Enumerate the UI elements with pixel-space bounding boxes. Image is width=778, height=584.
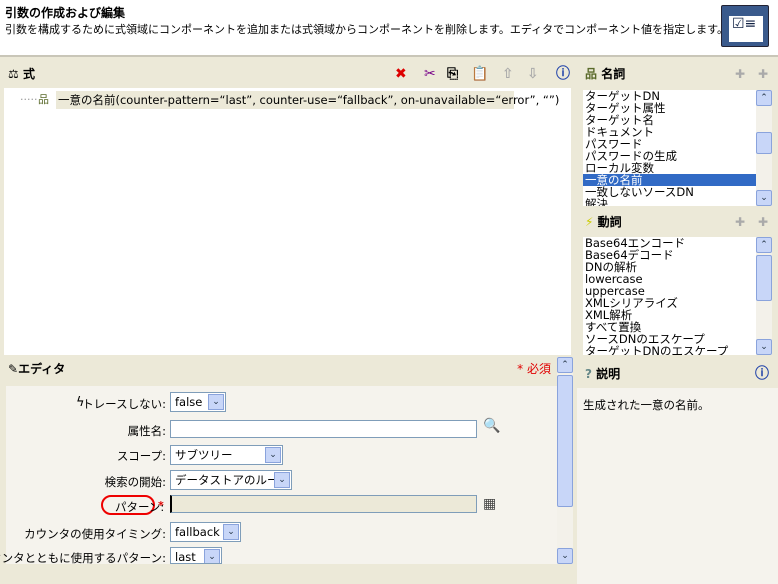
description-body: 生成された一意の名前。 bbox=[577, 388, 778, 584]
help-icon[interactable]: ⓘ bbox=[556, 62, 570, 86]
verbs-header: ⚡ 動詞 ✚ ✚ bbox=[577, 210, 778, 234]
checklist-icon: ☑≡ bbox=[721, 5, 769, 47]
add-child-icon[interactable]: ✚ bbox=[758, 210, 768, 234]
chevron-down-icon: ⌄ bbox=[208, 394, 224, 410]
nouns-header: 品 名詞 ✚ ✚ bbox=[577, 62, 778, 86]
counter-use-select[interactable]: fallback ⌄ bbox=[170, 522, 241, 542]
chevron-down-icon: ⌄ bbox=[265, 447, 281, 463]
required-marker: * bbox=[158, 499, 164, 512]
counter-pattern-label: カウンタとともに使用するパターン: bbox=[0, 551, 166, 565]
noun-icon: 品 bbox=[38, 93, 49, 106]
editor-header: ✎エディタ * 必須 bbox=[0, 357, 557, 381]
pattern-input[interactable] bbox=[170, 495, 477, 513]
search-icon[interactable]: 🔍 bbox=[483, 418, 500, 434]
expression-icon: ⚖ bbox=[8, 67, 19, 81]
description-text: 生成された一意の名前。 bbox=[583, 398, 710, 412]
page-title: 引数の作成および編集 bbox=[5, 6, 126, 20]
list-item[interactable]: 一致しないソースDN bbox=[583, 186, 756, 198]
attr-input[interactable] bbox=[170, 420, 477, 438]
description-title: 説明 bbox=[596, 367, 621, 381]
header: 引数の作成および編集 引数を構成するために式領域にコンポーネントを追加または式領… bbox=[0, 0, 778, 57]
help-icon[interactable]: ⓘ bbox=[755, 362, 769, 386]
move-up-icon[interactable]: ⇧ bbox=[502, 62, 514, 86]
start-label: 検索の開始: bbox=[104, 475, 166, 489]
required-legend: * 必須 bbox=[517, 362, 551, 376]
counter-use-label: カウンタの使用タイミング: bbox=[24, 527, 166, 541]
editor-title: エディタ bbox=[18, 362, 66, 376]
lightning-icon: ⚡ bbox=[585, 215, 594, 229]
tree-line: ····· bbox=[20, 93, 38, 106]
expression-title: 式 bbox=[22, 67, 35, 81]
add-icon[interactable]: ✚ bbox=[735, 210, 745, 234]
attr-label: 属性名: bbox=[127, 424, 166, 438]
verbs-scrollbar[interactable]: ⌃ ⌄ bbox=[756, 237, 772, 355]
add-icon[interactable]: ✚ bbox=[735, 62, 745, 86]
nouns-title: 名詞 bbox=[601, 67, 626, 81]
move-down-icon[interactable]: ⇩ bbox=[527, 62, 539, 86]
table-icon[interactable]: ▦ bbox=[483, 496, 496, 512]
trace-label: トレースしない: bbox=[82, 397, 166, 411]
list-item[interactable]: 解決 bbox=[583, 198, 756, 206]
copy-icon[interactable]: ⎘ bbox=[447, 62, 458, 86]
expression-tree: ····· 品 一意の名前(counter-pattern=“last”, co… bbox=[4, 88, 571, 355]
description-header: ? 説明 ⓘ bbox=[577, 362, 778, 386]
delete-icon[interactable]: ✖ bbox=[395, 62, 407, 86]
start-select[interactable]: データストアのルート ⌄ bbox=[170, 470, 292, 490]
chevron-down-icon: ⌄ bbox=[274, 472, 290, 488]
add-child-icon[interactable]: ✚ bbox=[758, 62, 768, 86]
nouns-list: ターゲットDN ターゲット属性 ターゲット名 ドキュメント パスワード パスワードの生成ロ… bbox=[583, 90, 756, 206]
noun-icon: 品 bbox=[585, 67, 598, 81]
tree-item[interactable]: 一意の名前(counter-pattern=“last”, counter-us… bbox=[56, 91, 559, 109]
verbs-title: 動詞 bbox=[597, 215, 622, 229]
chevron-down-icon: ⌄ bbox=[223, 524, 239, 540]
chevron-down-icon: ⌄ bbox=[204, 549, 220, 563]
scope-label: スコープ: bbox=[116, 449, 166, 463]
list-item[interactable]: ターゲットDNのエスケープ bbox=[583, 345, 756, 355]
scope-select[interactable]: サブツリー ⌄ bbox=[170, 445, 283, 465]
pencil-icon: ✎ bbox=[8, 362, 19, 376]
expression-header: ⚖ 式 ✖ ✂ ⎘ 📋 ⇧ ⇩ ⓘ bbox=[0, 62, 575, 86]
page-subtitle: 引数を構成するために式領域にコンポーネントを追加または式領域からコンポーネントを… bbox=[5, 23, 729, 36]
question-icon: ? bbox=[585, 367, 592, 381]
verbs-list: Base64エンコード Base64デコード DNの解析 lowercase upper… bbox=[583, 237, 756, 355]
editor-scrollbar[interactable]: ⌃ ⌄ bbox=[557, 357, 573, 564]
cut-icon[interactable]: ✂ bbox=[424, 62, 436, 86]
paste-icon[interactable]: 📋 bbox=[471, 62, 488, 86]
pattern-label: パターン: bbox=[115, 500, 165, 514]
trace-select[interactable]: false ⌄ bbox=[170, 392, 226, 412]
nouns-scrollbar[interactable]: ⌃ ⌄ bbox=[756, 90, 772, 206]
counter-pattern-select[interactable]: last ⌄ bbox=[170, 547, 222, 564]
